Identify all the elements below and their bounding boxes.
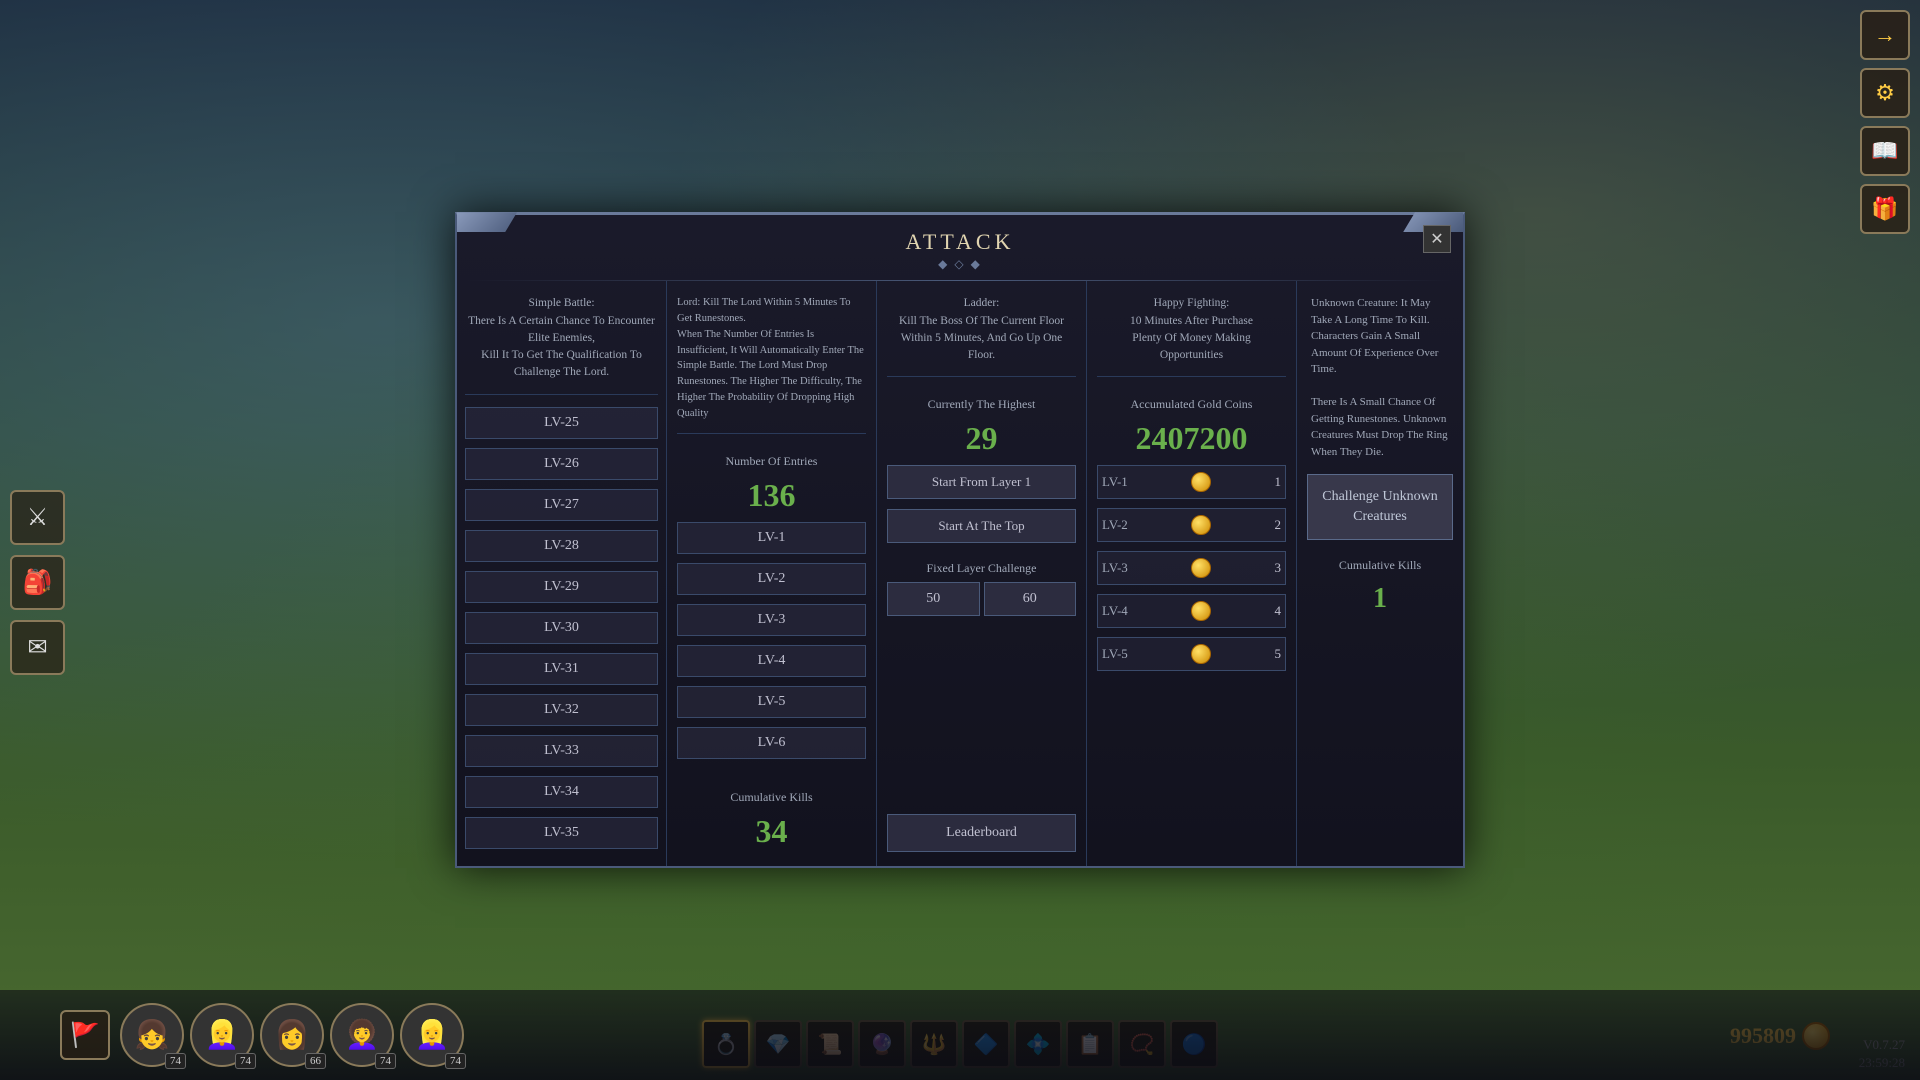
col2-separator [677,433,866,434]
entry-lv1: LV-1 [677,522,866,554]
entries-value: 136 [677,477,866,514]
gold-row-lv5: LV-5 5 [1097,637,1286,671]
fixed-layer-50[interactable]: 50 [887,582,980,616]
level-btn-28[interactable]: LV-28 [465,530,658,562]
fixed-layer-row: 50 60 [887,582,1076,616]
gold-amount-1: 1 [1275,474,1282,490]
entry-lv5: LV-5 [677,686,866,718]
gold-level-4: LV-4 [1102,603,1128,619]
level-btn-31[interactable]: LV-31 [465,653,658,685]
challenge-kills-label: Cumulative Kills [1307,558,1453,573]
gold-row-lv3: LV-3 3 [1097,551,1286,585]
gold-amount-3: 3 [1275,560,1282,576]
start-at-top-button[interactable]: Start At The Top [887,509,1076,543]
level-btn-29[interactable]: LV-29 [465,571,658,603]
modal-header: ATTACK ◆ ◇ ◆ ✕ [457,215,1463,280]
modal-title: ATTACK [457,229,1463,255]
fixed-layer-60[interactable]: 60 [984,582,1077,616]
gold-level-3: LV-3 [1102,560,1128,576]
gold-coin-icon-4 [1191,601,1211,621]
level-btn-35[interactable]: LV-35 [465,817,658,849]
challenge-column: Unknown Creature: It May Take A Long Tim… [1297,281,1463,865]
level-btn-25[interactable]: LV-25 [465,407,658,439]
level-btn-26[interactable]: LV-26 [465,448,658,480]
gold-coin-icon-2 [1191,515,1211,535]
gold-row-lv1: LV-1 1 [1097,465,1286,499]
gold-level-1: LV-1 [1102,474,1128,490]
highest-value: 29 [887,420,1076,457]
entry-lv4: LV-4 [677,645,866,677]
entry-lv3: LV-3 [677,604,866,636]
gold-value: 2407200 [1097,420,1286,457]
ladder-column: Ladder:Kill The Boss Of The Current Floo… [877,281,1087,865]
gold-label: Accumulated Gold Coins [1097,397,1286,412]
modal-title-deco: ◆ ◇ ◆ [457,257,1463,272]
challenge-unknown-creatures-button[interactable]: Challenge UnknownCreatures [1307,474,1453,539]
modal-body: Simple Battle:There Is A Certain Chance … [457,281,1463,865]
entries-label: Number Of Entries [677,454,866,469]
col2-kills-label: Cumulative Kills [677,790,866,805]
col3-separator [887,376,1076,377]
gold-amount-2: 2 [1275,517,1282,533]
levels-column: Simple Battle:There Is A Certain Chance … [457,281,667,865]
gold-amount-4: 4 [1275,603,1282,619]
gold-column: Happy Fighting:10 Minutes After Purchase… [1087,281,1297,865]
modal-overlay: ATTACK ◆ ◇ ◆ ✕ Simple Battle:There Is A … [0,0,1920,1080]
leaderboard-button[interactable]: Leaderboard [887,814,1076,852]
lord-column: Lord: Kill The Lord Within 5 Minutes To … [667,281,877,865]
gold-description: Happy Fighting:10 Minutes After Purchase… [1097,295,1286,364]
gold-coin-icon-3 [1191,558,1211,578]
challenge-description: Unknown Creature: It May Take A Long Tim… [1307,295,1453,460]
level-btn-34[interactable]: LV-34 [465,776,658,808]
ladder-description: Ladder:Kill The Boss Of The Current Floo… [887,295,1076,364]
lord-description: Lord: Kill The Lord Within 5 Minutes To … [677,295,866,421]
level-btn-30[interactable]: LV-30 [465,612,658,644]
col1-separator [465,394,658,395]
level-btn-33[interactable]: LV-33 [465,735,658,767]
highest-label: Currently The Highest [887,397,1076,412]
col4-separator [1097,376,1286,377]
gold-level-2: LV-2 [1102,517,1128,533]
gold-level-5: LV-5 [1102,646,1128,662]
gold-amount-5: 5 [1275,646,1282,662]
attack-modal: ATTACK ◆ ◇ ◆ ✕ Simple Battle:There Is A … [455,212,1465,867]
col2-kills-value: 34 [677,813,866,850]
modal-close-button[interactable]: ✕ [1423,225,1451,253]
challenge-kills-value: 1 [1307,583,1453,615]
simple-battle-description: Simple Battle:There Is A Certain Chance … [465,295,658,381]
gold-coin-icon-1 [1191,472,1211,492]
level-btn-32[interactable]: LV-32 [465,694,658,726]
fixed-layer-label: Fixed Layer Challenge [887,561,1076,576]
start-from-layer-button[interactable]: Start From Layer 1 [887,465,1076,499]
entry-lv2: LV-2 [677,563,866,595]
gold-row-lv4: LV-4 4 [1097,594,1286,628]
gold-coin-icon-5 [1191,644,1211,664]
entry-lv6: LV-6 [677,727,866,759]
gold-row-lv2: LV-2 2 [1097,508,1286,542]
level-btn-27[interactable]: LV-27 [465,489,658,521]
